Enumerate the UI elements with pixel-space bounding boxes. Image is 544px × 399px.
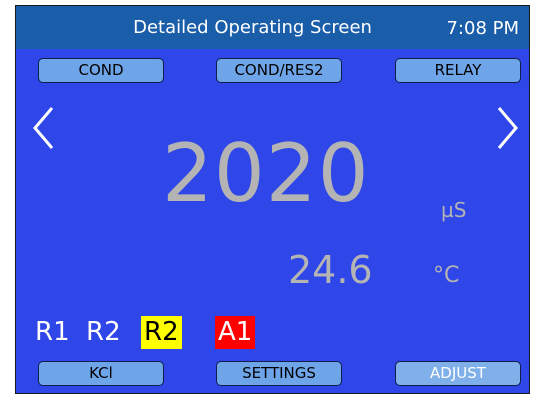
relay-indicator-r2: R2 xyxy=(86,317,121,347)
conductivity-unit: µS xyxy=(441,198,467,222)
clock-time: 7:08 PM xyxy=(446,18,519,39)
relay-indicator-r2-active: R2 xyxy=(141,316,182,349)
chevron-right-icon[interactable] xyxy=(493,104,521,152)
conductivity-value: 2020 xyxy=(162,127,370,220)
cond-button[interactable]: COND xyxy=(38,58,164,83)
alarm-indicator-a1: A1 xyxy=(215,316,256,349)
chevron-left-icon[interactable] xyxy=(30,104,58,152)
kcl-button[interactable]: KCl xyxy=(38,361,164,386)
title-bar: Detailed Operating Screen 7:08 PM xyxy=(16,6,529,49)
cond-res2-button[interactable]: COND/RES2 xyxy=(216,58,342,83)
settings-button[interactable]: SETTINGS xyxy=(216,361,342,386)
operating-screen: Detailed Operating Screen 7:08 PM COND C… xyxy=(15,5,530,394)
relay-indicator-r1: R1 xyxy=(35,317,70,347)
adjust-button[interactable]: ADJUST xyxy=(395,361,521,386)
temperature-unit: °C xyxy=(433,263,460,288)
relay-button[interactable]: RELAY xyxy=(395,58,521,83)
temperature-value: 24.6 xyxy=(288,248,373,292)
